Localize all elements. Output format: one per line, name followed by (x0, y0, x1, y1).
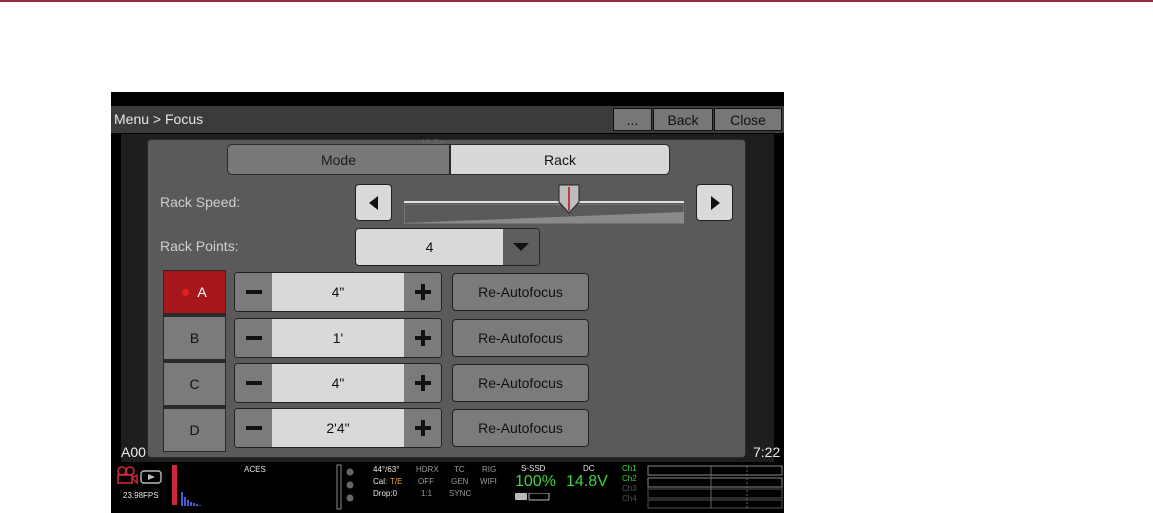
rack-point-c-distance: 4" (331, 375, 345, 391)
minus-icon (245, 336, 262, 340)
audio-channel-meters (647, 465, 783, 509)
rack-speed-decrease-button[interactable] (355, 184, 392, 221)
color-space-readout: ACES (244, 465, 266, 474)
rack-points-dropdown[interactable]: 4 (355, 228, 540, 266)
chevron-down-icon (513, 243, 529, 251)
rack-point-d-tab[interactable]: D (163, 408, 226, 452)
rack-point-b-tab[interactable]: B (163, 316, 226, 360)
rack-point-a-reautofocus-button[interactable]: Re-Autofocus (452, 273, 589, 311)
decrease-distance-button[interactable] (235, 364, 272, 402)
rack-point-d-reautofocus-button[interactable]: Re-Autofocus (452, 409, 589, 447)
more-button[interactable]: ... (613, 108, 652, 131)
sync-readout: SYNC (449, 489, 472, 498)
back-button[interactable]: Back (653, 108, 713, 131)
rack-point-d-label: D (189, 422, 200, 438)
breadcrumb-title: Menu > Focus (114, 111, 204, 127)
aspect-ratio-readout: 1:1 (421, 489, 433, 498)
audio-channel-2-label: Ch2 (622, 474, 637, 483)
dropped-frames-readout: Drop:0 (373, 489, 398, 498)
close-button[interactable]: Close (714, 108, 782, 131)
audio-level-meter (172, 465, 201, 506)
rack-point-c-distance-stepper: 4" (234, 363, 442, 403)
rack-points-label: Rack Points: (160, 238, 239, 254)
plus-icon (414, 330, 431, 346)
fps-readout: 23.98FPS (123, 491, 159, 500)
rack-point-a-distance-stepper: 4" (234, 272, 442, 312)
camera-status-bar: 23.98FPS ACES 44°/63° Cal: T/E Drop:0 HD… (111, 462, 784, 513)
rack-speed-ramp (404, 204, 684, 224)
plus-icon (414, 375, 431, 391)
rack-point-c-label: C (189, 376, 200, 392)
rack-speed-slider-track[interactable] (404, 201, 684, 203)
sensor-temp-readout: 44°/63° (373, 465, 400, 474)
dc-power-label: DC (583, 464, 595, 473)
rack-point-b-distance-stepper: 1' (234, 318, 442, 358)
media-remaining-percent: 100% (515, 473, 556, 490)
minus-icon (245, 290, 262, 294)
calibration-label: Cal: (373, 477, 388, 486)
rack-point-b-distance: 1' (332, 330, 344, 346)
audio-channel-1-label: Ch1 (622, 464, 637, 473)
media-type-label: S-SSD (521, 464, 546, 473)
decrease-distance-button[interactable] (235, 273, 272, 311)
increase-distance-button[interactable] (404, 409, 441, 447)
tab-rack[interactable]: Rack (450, 144, 670, 175)
camera-display: Menu > Focus ... Back Close A00 7:22 15 … (111, 92, 784, 513)
decrease-distance-button[interactable] (235, 319, 272, 357)
minus-icon (245, 426, 262, 430)
increase-distance-button[interactable] (404, 319, 441, 357)
minus-icon (245, 381, 262, 385)
rack-points-value: 4 (425, 239, 434, 255)
tab-mode[interactable]: Mode (227, 144, 450, 175)
hdrx-value: OFF (418, 477, 434, 486)
dropdown-arrow-button[interactable] (503, 229, 539, 265)
increase-distance-button[interactable] (404, 364, 441, 402)
record-dot-icon (182, 288, 190, 296)
wifi-label: WIFI (480, 477, 497, 486)
rack-point-d-distance-stepper: 2'4" (234, 408, 442, 448)
rack-speed-label: Rack Speed: (160, 194, 241, 210)
triangle-right-icon (710, 195, 720, 210)
rack-point-b-reautofocus-button[interactable]: Re-Autofocus (452, 319, 589, 357)
top-divider (0, 0, 1153, 2)
rack-speed-slider-thumb[interactable] (558, 184, 580, 214)
rack-point-a-tab[interactable]: A (163, 270, 226, 314)
rack-point-c-reautofocus-button[interactable]: Re-Autofocus (452, 364, 589, 402)
audio-channel-3-label: Ch3 (622, 484, 637, 493)
decrease-distance-button[interactable] (235, 409, 272, 447)
rack-point-b-label: B (189, 330, 200, 346)
calibration-value: T/E (390, 477, 403, 486)
audio-channel-4-label: Ch4 (622, 494, 637, 503)
plus-icon (414, 284, 431, 300)
timecode-label: TC (454, 465, 465, 474)
media-status-icons (515, 493, 550, 501)
battery-voltage-readout: 14.8V (566, 473, 608, 490)
rig-label: RIG (482, 465, 497, 474)
timecode-source: GEN (451, 477, 469, 486)
rack-point-d-distance: 2'4" (326, 420, 350, 436)
clip-name-readout: A00 (121, 444, 146, 460)
rack-point-a-label: A (197, 284, 207, 300)
camera-record-icon (117, 466, 162, 485)
hdrx-label: HDRX (416, 465, 439, 474)
status-indicator-dots (336, 464, 354, 510)
timecode-readout: 7:22 (753, 444, 781, 460)
triangle-left-icon (368, 195, 378, 210)
rack-point-a-distance: 4" (331, 284, 345, 300)
increase-distance-button[interactable] (404, 273, 441, 311)
plus-icon (414, 420, 431, 436)
rack-speed-increase-button[interactable] (696, 184, 733, 221)
rack-point-c-tab[interactable]: C (163, 362, 226, 406)
